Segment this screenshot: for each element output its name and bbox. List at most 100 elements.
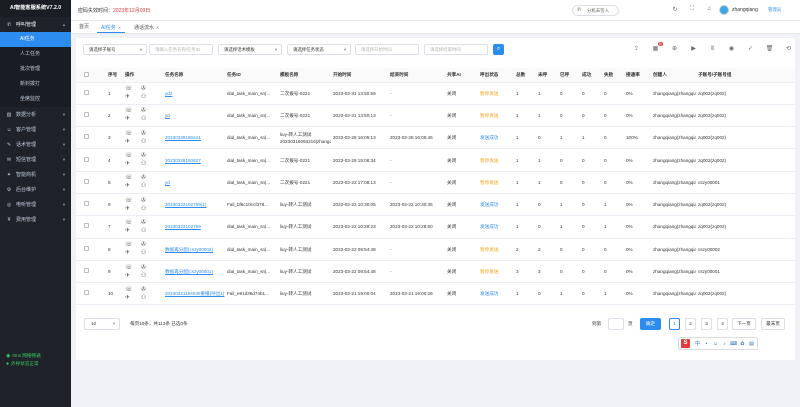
sidebar-item[interactable]: AI任务 [0,32,71,47]
task-name-link[interactable]: 20230322102759 [165,224,201,229]
call-icon[interactable]: ☏ [125,175,141,182]
play-icon[interactable]: ▶ [689,45,698,54]
sidebar-group[interactable]: ✎ 话术管理 ▼ [0,137,71,152]
skin-icon[interactable]: ✿ [738,341,747,347]
call-icon[interactable]: ☏ [125,153,141,160]
page-3-button[interactable]: 3 [701,318,712,330]
sidebar-group[interactable]: ✉ 短信管理 ▼ [0,152,71,167]
monitor-icon[interactable]: ⚇ [141,273,157,280]
task-name-link[interactable]: yd [165,113,170,118]
listen-icon[interactable]: ✇ [141,153,157,160]
task-name-link[interactable]: 数据再分配(cszy00002) [165,247,213,252]
check-icon[interactable]: ✓ [746,45,755,54]
user-role[interactable]: 管理员 [768,7,781,13]
sidebar-item[interactable]: 批次管理 [0,62,71,77]
task-name-link[interactable]: 数据再分配(cszy00001) [165,269,213,274]
row-select-cell[interactable] [76,282,106,306]
task-search-input[interactable]: 请输入任务名称/任务ID [149,44,213,55]
task-name-link[interactable]: 20230321164030重播(呼出1) [165,291,224,296]
keyboard-icon[interactable]: ⌨ [729,341,738,347]
monitor-icon[interactable]: ⚇ [141,228,157,235]
call-icon[interactable]: ☏ [125,86,141,93]
export-icon[interactable]: ⇪ [632,45,641,54]
row-select-cell[interactable] [76,104,106,128]
send-icon[interactable]: ✈ [125,206,141,213]
add-icon[interactable]: ⊕ [670,45,679,54]
listen-icon[interactable]: ✇ [141,265,157,272]
row-select-cell[interactable] [76,171,106,194]
monitor-icon[interactable]: ⚇ [141,116,157,123]
send-icon[interactable]: ✈ [125,94,141,101]
row-select-cell[interactable] [76,260,106,284]
call-icon[interactable]: ☏ [125,108,141,115]
monitor-icon[interactable]: ⚇ [141,139,157,146]
send-icon[interactable]: ✈ [125,183,141,190]
avatar[interactable] [719,5,729,15]
send-icon[interactable]: ✈ [125,116,141,123]
sidebar-group[interactable]: ✆ 呼叫管理 ▲ [0,17,71,32]
seat-status-button[interactable]: ✆ 分机未签入 [572,5,619,16]
row-select-cell[interactable] [76,215,106,239]
pause-icon[interactable]: Ⅱ [708,45,717,54]
task-name-link[interactable]: yd2 [165,91,172,96]
close-icon[interactable]: ✕ [118,25,121,30]
trash-icon[interactable]: 🗑 [765,45,774,54]
sidebar-group[interactable]: ✦ 智能商机 ▼ [0,167,71,182]
goto-page-input[interactable] [608,318,624,330]
menu-icon[interactable]: ▤ [747,341,756,347]
template-select[interactable]: 请选择话术模板 ▼ [218,44,282,55]
username[interactable]: zhangqiang [732,7,758,13]
tab-call-records[interactable]: 通话流水 ✕ [130,22,163,33]
listen-icon[interactable]: ✇ [141,131,157,138]
monitor-icon[interactable]: ⚇ [141,250,157,257]
listen-icon[interactable]: ✇ [141,175,157,182]
fullscreen-icon[interactable]: ⛶ [688,6,696,13]
call-icon[interactable]: ☏ [125,265,141,272]
send-icon[interactable]: ✈ [125,139,141,146]
last-page-button[interactable]: 最末页 [761,318,785,330]
call-icon[interactable]: ☏ [125,242,141,249]
listen-icon[interactable]: ✇ [141,198,157,205]
page-2-button[interactable]: 2 [685,318,696,330]
chinese-mode-icon[interactable]: 中 [693,340,702,347]
row-checkbox[interactable] [84,89,89,95]
row-checkbox[interactable] [84,245,89,251]
row-checkbox[interactable] [84,201,89,207]
next-page-button[interactable]: 下一页 [732,318,756,330]
task-name-link[interactable]: 20230322102759(1) [165,202,206,207]
select-all-cell[interactable] [76,68,106,83]
end-time-input[interactable]: 请选择结束时间 [424,44,488,55]
bell-icon[interactable]: ♫ [705,6,713,12]
send-icon[interactable]: ✈ [125,161,141,168]
row-checkbox[interactable] [84,156,89,162]
send-icon[interactable]: ✈ [125,228,141,235]
row-checkbox[interactable] [84,223,89,229]
voice-icon[interactable]: ♪ [720,341,729,347]
sidebar-group[interactable]: ☺ 客户管理 ▼ [0,122,71,137]
close-icon[interactable]: ✕ [156,25,159,30]
monitor-icon[interactable]: ⚇ [141,94,157,101]
row-checkbox[interactable] [84,268,89,274]
sidebar-group[interactable]: ◎ 电听管理 ▼ [0,197,71,212]
send-icon[interactable]: ✈ [125,250,141,257]
sub-account-select[interactable]: 请选择子账号 ▼ [83,44,147,55]
tab-ai-task[interactable]: AI任务 ✕ [97,22,126,33]
sidebar-group[interactable]: ⚙ 后台维护 ▼ [0,182,71,197]
row-checkbox[interactable] [84,178,89,184]
sidebar-group[interactable]: ¥ 费用管理 ▼ [0,212,71,227]
row-select-cell[interactable] [76,126,106,150]
ime-toolbar[interactable]: S 中 • ☺ ♪ ⌨ ✿ ▤ [678,337,758,350]
monitor-icon[interactable]: ⚇ [141,183,157,190]
monitor-icon[interactable]: ⚇ [141,206,157,213]
task-name-link[interactable]: 20230328160441 [165,135,201,140]
select-all-checkbox[interactable] [84,71,89,77]
task-status-select[interactable]: 请选择任务状态 ▼ [287,44,351,55]
sidebar-group[interactable]: ▥ 数据分析 ▼ [0,107,71,122]
sidebar-item[interactable]: 新封拨打 [0,77,71,92]
monitor-icon[interactable]: ⚇ [141,161,157,168]
row-checkbox[interactable] [84,134,89,140]
punctuation-icon[interactable]: • [702,341,711,347]
page-1-button[interactable]: 1 [669,318,680,330]
row-select-cell[interactable] [76,193,106,217]
call-icon[interactable]: ☏ [125,287,141,294]
